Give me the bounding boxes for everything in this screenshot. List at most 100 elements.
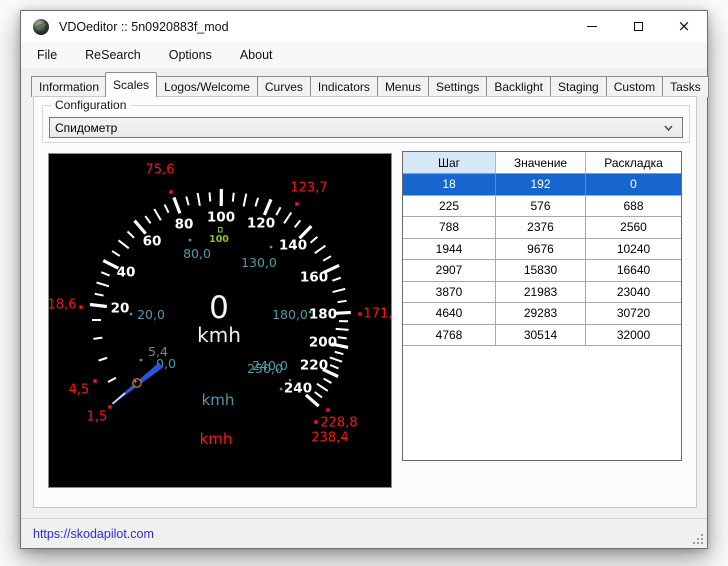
menu-bar: File ReSearch Options About [21, 42, 707, 68]
table-cell: 30720 [616, 306, 651, 321]
menu-options[interactable]: Options [167, 45, 214, 65]
svg-text:4,5: 4,5 [69, 383, 90, 398]
svg-text:100: 100 [209, 234, 229, 245]
configuration-groupbox: Configuration Спидометр [42, 98, 690, 143]
table-cell: 29283 [496, 303, 586, 324]
menu-about[interactable]: About [238, 45, 275, 65]
tab-custom[interactable]: Custom [605, 76, 664, 97]
svg-text:228,8: 228,8 [320, 416, 357, 431]
table-cell: 788 [403, 217, 496, 238]
tab-menus[interactable]: Menus [376, 76, 429, 97]
table-row[interactable]: 18 192 0 [403, 174, 681, 196]
table-cell: 4768 [403, 324, 496, 345]
svg-text:123,7: 123,7 [290, 181, 327, 196]
column-header[interactable]: Шаг [403, 152, 496, 173]
table-cell: 192 [496, 174, 586, 195]
svg-text:kmh: kmh [200, 430, 233, 448]
tab-staging[interactable]: Staging [550, 76, 607, 97]
table-cell: 9676 [496, 238, 586, 259]
svg-text:140: 140 [279, 238, 307, 254]
svg-text:0: 0 [209, 290, 229, 326]
column-header[interactable]: Значение [496, 152, 586, 173]
table-row[interactable]: 4768 30514 32000 [403, 324, 681, 346]
tab-curves[interactable]: Curves [256, 76, 311, 97]
svg-text:130,0: 130,0 [241, 255, 277, 270]
maximize-icon [633, 22, 643, 31]
table-cell: 21983 [496, 281, 586, 302]
table-cell: 2376 [496, 217, 586, 238]
window-controls: × [569, 11, 707, 42]
app-window: VDOeditor :: 5n0920883f_mod × File ReSear… [20, 10, 709, 549]
svg-text:120: 120 [247, 216, 275, 232]
svg-text:171,: 171, [364, 307, 391, 322]
table-cell: 576 [496, 195, 586, 216]
svg-text:1,5: 1,5 [87, 410, 108, 425]
svg-text:20: 20 [111, 301, 130, 317]
svg-text:238,4: 238,4 [311, 431, 348, 446]
status-bar: https://skodapilot.com [21, 518, 707, 548]
table-cell: 688 [623, 198, 644, 213]
table-row[interactable]: 2907 15830 16640 [403, 260, 681, 282]
table-body: 18 192 0 225 576 688 788 2376 2560 1944 9676 10240 2… [403, 174, 681, 346]
table-cell: 1944 [403, 238, 496, 259]
table-cell: 2907 [403, 260, 496, 281]
table-cell: 10240 [616, 241, 651, 256]
svg-text:20,0: 20,0 [137, 307, 165, 322]
svg-text:80,0: 80,0 [183, 246, 211, 261]
svg-text:40: 40 [117, 265, 136, 281]
table-cell: 4640 [403, 303, 496, 324]
table-cell: 2560 [620, 220, 647, 235]
table-cell: 32000 [616, 327, 651, 342]
resize-grip-icon[interactable] [692, 533, 705, 546]
table-cell: 18 [403, 174, 496, 195]
speedometer-gauge: 20 40 60 80 100 120140 160 180 200 220 240 75,6 123,… [49, 163, 391, 449]
scale-table: Шаг Значение Раскладка 18 192 0 225 576 688 788 2… [402, 151, 682, 461]
tab-settings[interactable]: Settings [427, 76, 488, 97]
tab-indicators[interactable]: Indicators [309, 76, 378, 97]
svg-text:80: 80 [175, 217, 194, 233]
table-row[interactable]: 1944 9676 10240 [403, 238, 681, 260]
svg-text:180,0: 180,0 [272, 307, 308, 322]
status-link[interactable]: https://skodapilot.com [33, 527, 154, 541]
configuration-combobox[interactable]: Спидометр [49, 117, 683, 138]
window-title: VDOeditor :: 5n0920883f_mod [59, 19, 229, 34]
table-cell: 30514 [496, 324, 586, 345]
tab-scales[interactable]: Scales [105, 72, 158, 97]
minimize-button[interactable] [569, 11, 615, 42]
table-cell: 23040 [616, 284, 651, 299]
tab-logos-welcome[interactable]: Logos/Welcome [156, 76, 258, 97]
column-header[interactable]: Раскладка [586, 152, 681, 173]
svg-text:kmh: kmh [202, 391, 235, 409]
table-cell: 16640 [616, 263, 651, 278]
table-row[interactable]: 4640 29283 30720 [403, 303, 681, 325]
svg-text:250,0: 250,0 [247, 361, 283, 376]
configuration-label: Configuration [51, 98, 131, 112]
table-row[interactable]: 3870 21983 23040 [403, 281, 681, 303]
table-cell: 225 [403, 195, 496, 216]
close-icon: × [677, 17, 691, 35]
table-cell: 0 [586, 174, 681, 195]
table-row[interactable]: 788 2376 2560 [403, 217, 681, 239]
menu-research[interactable]: ReSearch [83, 45, 143, 65]
tab-information[interactable]: Information [31, 76, 108, 97]
table-row[interactable]: 225 576 688 [403, 195, 681, 217]
svg-text:220: 220 [300, 358, 328, 374]
minimize-icon [587, 26, 597, 27]
maximize-button[interactable] [615, 11, 661, 42]
chevron-down-icon [664, 125, 673, 131]
combobox-value: Спидометр [55, 120, 118, 135]
svg-text:180: 180 [309, 307, 337, 323]
close-button[interactable]: × [661, 11, 707, 42]
svg-text:160: 160 [300, 270, 328, 286]
table-cell: 15830 [496, 260, 586, 281]
svg-text:100: 100 [207, 210, 235, 226]
title-bar: VDOeditor :: 5n0920883f_mod × [21, 11, 707, 42]
svg-text:kmh: kmh [197, 323, 241, 347]
app-icon [33, 18, 49, 35]
table-cell: 3870 [403, 281, 496, 302]
table-header-row: Шаг Значение Раскладка [403, 152, 681, 174]
menu-file[interactable]: File [35, 45, 59, 65]
tab-backlight[interactable]: Backlight [486, 76, 552, 97]
tab-tasks[interactable]: Tasks [662, 76, 709, 97]
svg-text:200: 200 [309, 335, 337, 351]
